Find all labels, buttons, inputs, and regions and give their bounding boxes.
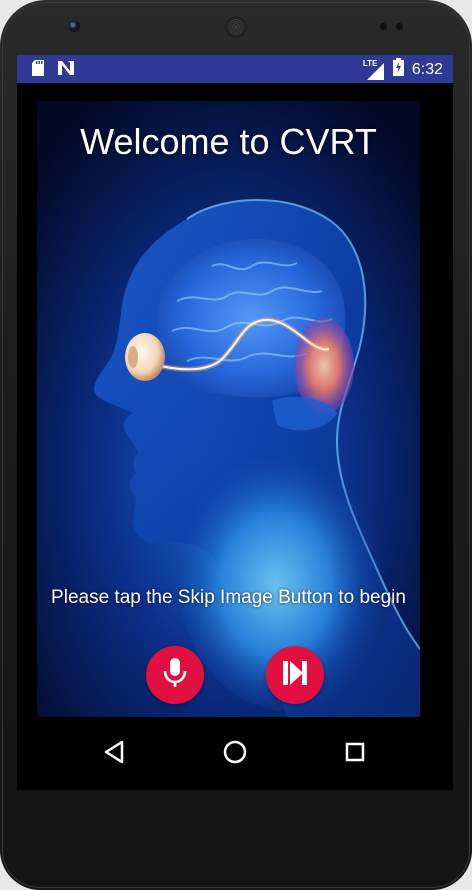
- network-type-label: LTE: [362, 58, 378, 68]
- welcome-title: Welcome to CVRT: [80, 121, 377, 162]
- n-notification-icon: [57, 60, 75, 81]
- front-camera: [68, 20, 80, 32]
- phone-frame: LTE 6:32 Welcome to CVRT Please tap the …: [0, 0, 472, 890]
- app-content: Welcome to CVRT Please tap the Skip Imag…: [37, 101, 420, 717]
- instruction-text: Please tap the Skip Image Button to begi…: [51, 587, 406, 608]
- sd-card-icon: [31, 60, 45, 81]
- status-left-icons: [31, 60, 75, 81]
- skip-next-icon: [281, 658, 309, 693]
- status-bar: LTE 6:32: [17, 55, 453, 83]
- device-screen: LTE 6:32 Welcome to CVRT Please tap the …: [17, 55, 453, 790]
- back-icon[interactable]: [103, 740, 125, 769]
- proximity-sensor: [380, 23, 387, 30]
- status-clock: 6:32: [411, 60, 443, 78]
- signal-icon: LTE: [363, 59, 385, 80]
- earpiece-speaker: [225, 16, 247, 38]
- light-sensor: [396, 23, 403, 30]
- microphone-icon: [162, 657, 188, 694]
- home-icon[interactable]: [223, 740, 247, 769]
- status-right-icons: LTE 6:32: [363, 58, 443, 81]
- brain-vision-illustration: [37, 101, 420, 717]
- battery-icon: [392, 58, 404, 81]
- navigation-bar: [17, 717, 453, 790]
- microphone-button[interactable]: [146, 646, 204, 704]
- skip-image-button[interactable]: [266, 646, 324, 704]
- recents-icon[interactable]: [345, 742, 365, 767]
